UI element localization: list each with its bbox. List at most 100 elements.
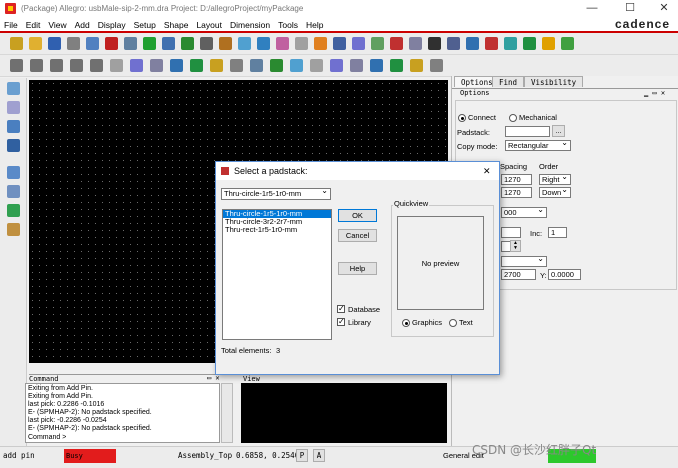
spacing-y-input[interactable]: 1270 — [501, 187, 532, 198]
panel-float-icon[interactable]: ▁ ▭ ✕ — [644, 89, 665, 97]
change-tool-icon[interactable] — [7, 185, 20, 198]
toolbar-button-icon[interactable] — [250, 59, 263, 72]
toolbar-button-icon[interactable] — [10, 37, 23, 50]
toolbar-button-icon[interactable] — [447, 37, 460, 50]
toolbar-button-icon[interactable] — [333, 37, 346, 50]
toolbar-button-icon[interactable] — [48, 37, 61, 50]
cancel-button[interactable]: Cancel — [338, 229, 377, 242]
add-arc-tool-icon[interactable] — [7, 101, 20, 114]
dialog-close-button[interactable]: ✕ — [483, 162, 491, 180]
toolbar-button-icon[interactable] — [523, 37, 536, 50]
copy-mode-select[interactable]: Rectangular — [505, 140, 571, 151]
toolbar-button-icon[interactable] — [290, 59, 303, 72]
toolbar-button-icon[interactable] — [542, 37, 555, 50]
mechanical-radio[interactable] — [509, 114, 517, 122]
status-p-button[interactable]: P — [296, 449, 308, 462]
tab-visibility[interactable]: Visibility — [524, 76, 584, 87]
order-y-select[interactable]: Down — [539, 187, 571, 198]
help-button[interactable]: Help — [338, 262, 377, 275]
toolbar-button-icon[interactable] — [330, 59, 343, 72]
rotation-select[interactable]: 000 — [501, 207, 547, 218]
toolbar-button-icon[interactable] — [371, 37, 384, 50]
menu-display[interactable]: Display — [98, 20, 126, 30]
toolbar-button-icon[interactable] — [390, 37, 403, 50]
menu-add[interactable]: Add — [75, 20, 90, 30]
menu-file[interactable]: File — [4, 20, 18, 30]
toolbar-button-icon[interactable] — [30, 59, 43, 72]
text-radio[interactable] — [449, 319, 457, 327]
toolbar-button-icon[interactable] — [10, 59, 23, 72]
command-float-icon[interactable]: ▭ ✕ — [207, 374, 220, 382]
toolbar-button-icon[interactable] — [390, 59, 403, 72]
padstack-list[interactable]: Thru-circle-1r5-1r0-mm Thru-circle-3r2-2… — [222, 209, 332, 340]
toolbar-button-icon[interactable] — [86, 37, 99, 50]
padstack-filter-select[interactable]: Thru-circle-1r5-1r0-mm — [221, 188, 331, 200]
toolbar-button-icon[interactable] — [270, 59, 283, 72]
toolbar-button-icon[interactable] — [50, 59, 63, 72]
toolbar-button-icon[interactable] — [370, 59, 383, 72]
minimize-button[interactable]: — — [580, 0, 604, 17]
toolbar-button-icon[interactable] — [257, 37, 270, 50]
add-line-tool-icon[interactable] — [7, 82, 20, 95]
database-checkbox[interactable]: ✓ — [337, 305, 345, 313]
add-text-tool-icon[interactable] — [7, 166, 20, 179]
toolbar-button-icon[interactable] — [230, 59, 243, 72]
padstack-list-item[interactable]: Thru-rect-1r5-1r0-mm — [223, 226, 331, 234]
toolbar-button-icon[interactable] — [314, 37, 327, 50]
padstack-browse-button[interactable]: ... — [552, 125, 565, 137]
toolbar-button-icon[interactable] — [105, 37, 118, 50]
status-subclass[interactable]: Assembly_Top — [178, 451, 232, 460]
pin-number-input[interactable] — [501, 227, 521, 238]
toolbar-button-icon[interactable] — [170, 59, 183, 72]
toolbar-button-icon[interactable] — [67, 37, 80, 50]
toolbar-button-icon[interactable] — [210, 59, 223, 72]
toolbar-button-icon[interactable] — [409, 37, 422, 50]
toolbar-button-icon[interactable] — [143, 37, 156, 50]
graphics-radio[interactable] — [402, 319, 410, 327]
y-offset-input[interactable]: 0.0000 — [548, 269, 581, 280]
toolbar-button-icon[interactable] — [350, 59, 363, 72]
connect-radio[interactable] — [458, 114, 466, 122]
padstack-input[interactable] — [505, 126, 550, 137]
tab-find[interactable]: Find — [492, 76, 525, 87]
menu-shape[interactable]: Shape — [164, 20, 189, 30]
maximize-button[interactable]: ☐ — [618, 0, 642, 17]
toolbar-button-icon[interactable] — [124, 37, 137, 50]
toolbar-button-icon[interactable] — [219, 37, 232, 50]
add-via-tool-icon[interactable] — [7, 204, 20, 217]
route-tool-icon[interactable] — [7, 120, 20, 133]
toolbar-button-icon[interactable] — [430, 59, 443, 72]
toolbar-button-icon[interactable] — [410, 59, 423, 72]
close-button[interactable]: ✕ — [652, 0, 676, 17]
toolbar-button-icon[interactable] — [485, 37, 498, 50]
toolbar-button-icon[interactable] — [29, 37, 42, 50]
menu-tools[interactable]: Tools — [278, 20, 298, 30]
menu-view[interactable]: View — [48, 20, 66, 30]
toolbar-button-icon[interactable] — [276, 37, 289, 50]
toolbar-button-icon[interactable] — [561, 37, 574, 50]
menu-setup[interactable]: Setup — [134, 20, 156, 30]
toolbar-button-icon[interactable] — [238, 37, 251, 50]
toolbar-button-icon[interactable] — [504, 37, 517, 50]
status-a-button[interactable]: A — [313, 449, 325, 462]
library-checkbox[interactable]: ✓ — [337, 318, 345, 326]
menu-layout[interactable]: Layout — [196, 20, 222, 30]
toolbar-button-icon[interactable] — [428, 37, 441, 50]
toolbar-button-icon[interactable] — [352, 37, 365, 50]
slide-tool-icon[interactable] — [7, 139, 20, 152]
toolbar-button-icon[interactable] — [295, 37, 308, 50]
toolbar-button-icon[interactable] — [90, 59, 103, 72]
console-scrollbar[interactable] — [221, 383, 233, 443]
world-view[interactable] — [241, 383, 447, 443]
toolbar-button-icon[interactable] — [70, 59, 83, 72]
toolbar-button-icon[interactable] — [181, 37, 194, 50]
toolbar-button-icon[interactable] — [130, 59, 143, 72]
toolbar-button-icon[interactable] — [150, 59, 163, 72]
toolbar-button-icon[interactable] — [310, 59, 323, 72]
inc-input[interactable]: 1 — [548, 227, 567, 238]
toolbar-button-icon[interactable] — [110, 59, 123, 72]
menu-dimension[interactable]: Dimension — [230, 20, 270, 30]
edit-tool-icon[interactable] — [7, 223, 20, 236]
ok-button[interactable]: OK — [338, 209, 377, 222]
x-offset-input[interactable]: 2700 — [501, 269, 536, 280]
